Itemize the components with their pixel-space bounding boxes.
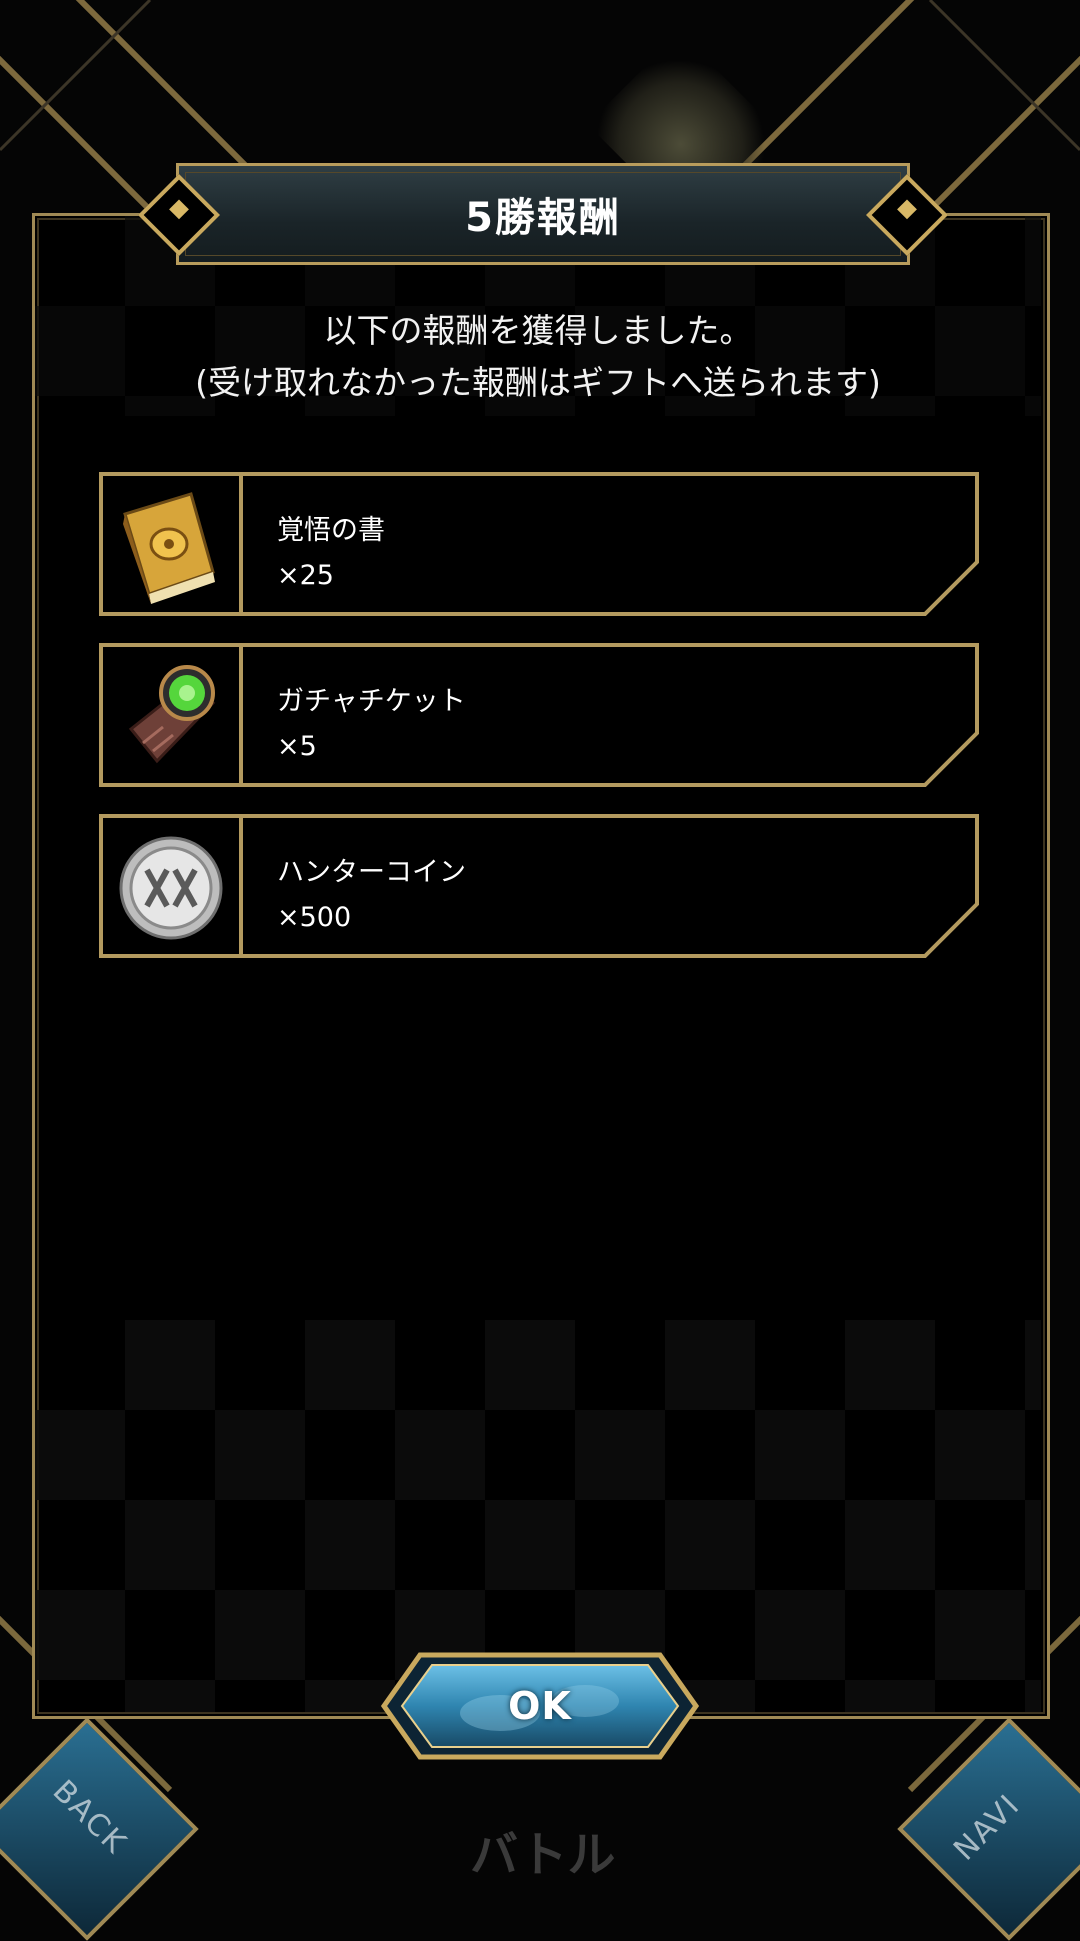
reward-quantity: ×5: [277, 731, 317, 762]
reward-item: ガチャチケット ×5: [99, 643, 979, 787]
message-line-2: (受け取れなかった報酬はギフトへ送られます): [195, 363, 881, 402]
reward-name: 覚悟の書: [277, 515, 385, 546]
book-icon: [103, 476, 239, 612]
reward-item: ハンターコイン ×500: [99, 814, 979, 958]
message-line-1: 以下の報酬を獲得しました。: [323, 311, 753, 350]
coin-icon: [103, 818, 239, 954]
dialog-title: 5勝報酬: [465, 195, 621, 241]
reward-name: ガチャチケット: [277, 686, 466, 717]
reward-quantity: ×25: [277, 560, 334, 591]
reward-name: ハンターコイン: [277, 857, 466, 888]
battle-nav-label: バトル: [470, 1827, 616, 1883]
ticket-icon: [103, 647, 239, 783]
dialog-message: 以下の報酬を獲得しました。 (受け取れなかった報酬はギフトへ送られます): [35, 305, 1041, 409]
ok-button-label: OK: [508, 1684, 572, 1728]
reward-item: 覚悟の書 ×25: [99, 472, 979, 616]
reward-quantity: ×500: [277, 902, 352, 933]
